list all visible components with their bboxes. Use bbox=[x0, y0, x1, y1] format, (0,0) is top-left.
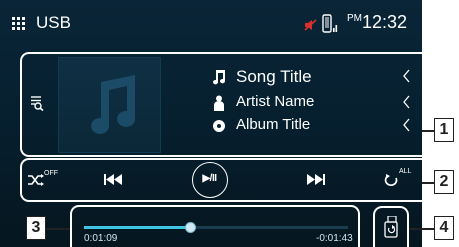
grid-menu-icon[interactable] bbox=[12, 17, 25, 30]
artist-name: Artist Name bbox=[236, 93, 315, 110]
am-pm-indicator: PM bbox=[347, 13, 362, 24]
artist-name-row[interactable]: Artist Name bbox=[212, 92, 417, 114]
callout-label: 1 bbox=[434, 118, 454, 142]
usb-source-screen: USB PM 12:32 Song Title Artist Name Albu… bbox=[0, 0, 422, 247]
source-title: USB bbox=[36, 13, 71, 32]
shuffle-state: OFF bbox=[44, 170, 58, 177]
top-bar: USB PM 12:32 bbox=[0, 0, 422, 46]
elapsed-time: 0:01:09 bbox=[84, 233, 118, 244]
song-title-row[interactable]: Song Title bbox=[212, 66, 417, 88]
repeat-state: ALL bbox=[399, 168, 412, 175]
callout-line bbox=[46, 228, 70, 230]
chevron-left-icon[interactable] bbox=[402, 94, 411, 110]
mute-icon bbox=[304, 19, 317, 31]
usb-device-icon[interactable] bbox=[384, 216, 398, 238]
album-title-row[interactable]: Album Title bbox=[212, 115, 417, 137]
progress-bar[interactable] bbox=[84, 222, 348, 233]
person-icon bbox=[214, 95, 224, 111]
music-note-icon bbox=[91, 75, 136, 134]
clock: 12:32 bbox=[362, 12, 408, 32]
shuffle-button[interactable]: OFF bbox=[28, 170, 58, 190]
shuffle-icon bbox=[28, 174, 44, 186]
callout-line bbox=[409, 228, 434, 230]
list-search-icon[interactable] bbox=[30, 95, 44, 111]
next-track-icon[interactable] bbox=[307, 174, 325, 185]
repeat-icon bbox=[384, 174, 398, 186]
callout-label: 3 bbox=[26, 216, 46, 240]
callout-label: 4 bbox=[434, 216, 454, 240]
callout-line bbox=[422, 182, 434, 184]
play-pause-button[interactable]: ▶/II bbox=[192, 162, 228, 198]
album-title: Album Title bbox=[236, 116, 311, 133]
phone-icon bbox=[322, 14, 338, 33]
play-pause-icon: ▶/II bbox=[202, 173, 217, 184]
chevron-left-icon[interactable] bbox=[402, 117, 411, 133]
callout-label: 2 bbox=[434, 170, 454, 194]
remaining-time: -0:01:43 bbox=[316, 233, 353, 244]
progress-fill bbox=[84, 226, 190, 229]
repeat-button[interactable]: ALL bbox=[384, 168, 416, 188]
album-artwork bbox=[58, 57, 161, 153]
previous-track-icon[interactable] bbox=[104, 174, 122, 185]
disc-icon bbox=[213, 120, 225, 132]
progress-knob[interactable] bbox=[184, 222, 196, 233]
song-title: Song Title bbox=[236, 67, 312, 86]
callout-line bbox=[422, 130, 434, 132]
chevron-left-icon[interactable] bbox=[402, 68, 411, 84]
music-note-icon bbox=[213, 70, 226, 85]
